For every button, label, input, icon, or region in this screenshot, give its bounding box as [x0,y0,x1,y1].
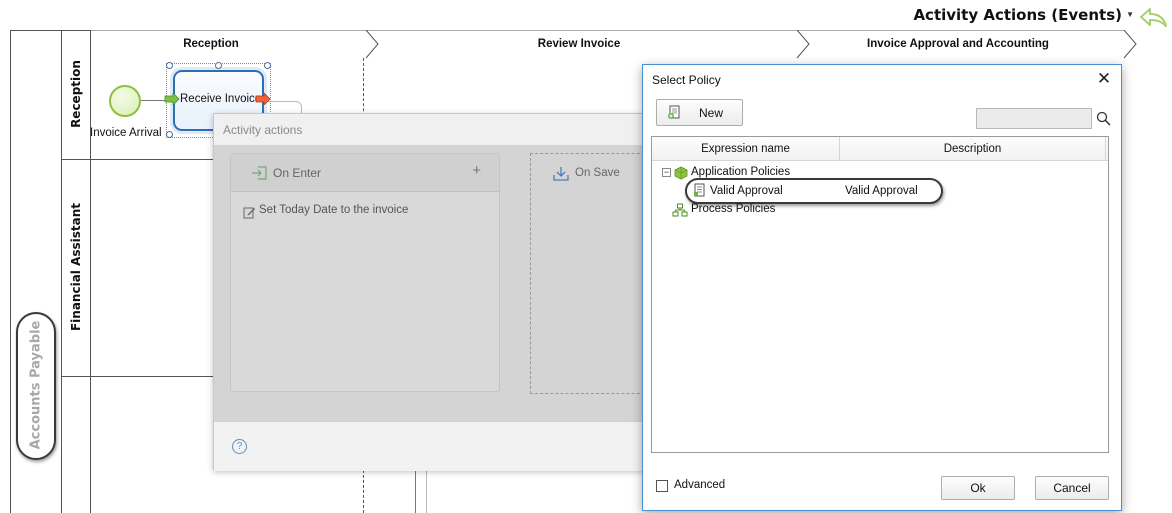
activity-actions-title: Activity actions [223,123,303,137]
task-label: Receive Invoice [180,93,262,105]
pool-label: Accounts Payable [28,320,44,450]
resize-handle[interactable] [215,62,222,69]
tree-node-process-policies[interactable]: Process Policies [691,203,775,215]
page-title: Activity Actions (Events) [913,6,1122,24]
policy-document-icon [694,183,705,197]
phase-label-review-invoice: Review Invoice [537,38,621,50]
sign-in-icon [252,166,267,180]
resize-handle[interactable] [264,62,271,69]
edit-icon [243,207,255,219]
on-enter-label: On Enter [273,166,322,180]
ok-button[interactable]: Ok [941,476,1015,500]
advanced-checkbox[interactable] [656,480,668,492]
canvas-line [426,470,427,513]
column-header-description[interactable]: Description [840,137,1106,161]
new-button-label: New [699,106,724,120]
policy-row-name[interactable]: Valid Approval [710,185,783,197]
lane-label-financial-assistant: Financial Assistant [69,202,83,332]
lane-separator [61,376,91,377]
start-event-label: Invoice Arrival [90,127,162,139]
exit-event-icon [255,93,271,105]
cancel-button[interactable]: Cancel [1035,476,1109,500]
activity-actions-footer: ? [214,421,654,471]
lane-body-separator [91,376,216,377]
on-save-label: On Save [575,167,620,179]
column-header-expression-name[interactable]: Expression name [652,137,840,161]
close-icon[interactable]: ✕ [1093,68,1115,90]
on-enter-action-item[interactable]: Set Today Date to the invoice [259,204,408,216]
on-save-panel: On Save [530,153,660,394]
tree-node-application-policies[interactable]: Application Policies [691,166,790,178]
add-on-enter-button[interactable]: + [472,162,481,179]
title-dropdown-icon[interactable]: ▼ [1126,10,1134,19]
select-policy-dialog: Select Policy ✕ New Expression name Desc… [642,64,1122,511]
application-policies-icon [674,166,688,180]
start-event[interactable] [109,85,141,117]
resize-handle[interactable] [166,131,173,138]
lane-label-reception: Reception [69,60,83,128]
policy-row-description: Valid Approval [845,185,918,197]
resize-handle[interactable] [166,62,173,69]
lane-separator [61,159,91,160]
back-arrow-icon[interactable] [1138,6,1168,28]
phase-label-invoice-approval: Invoice Approval and Accounting [867,38,1049,50]
collapse-toggle[interactable]: − [662,168,671,177]
help-icon[interactable]: ? [232,439,247,454]
phase-label-reception: Reception [183,38,239,50]
lane-body-separator [91,159,216,160]
grid-header: Expression name Description [652,137,1108,161]
process-policies-icon [672,203,688,217]
select-policy-title: Select Policy [652,73,721,87]
new-document-icon [668,105,680,119]
activity-actions-modal: Activity actions On Enter + Set Today Da… [213,113,660,471]
advanced-label: Advanced [674,479,726,491]
on-enter-panel: On Enter + Set Today Date to the invoice [230,153,500,392]
search-icon[interactable] [1096,111,1111,126]
enter-event-icon [164,93,180,105]
on-enter-header: On Enter + [231,154,499,192]
policy-grid: Expression name Description − Applicatio… [651,136,1109,453]
activity-actions-body: On Enter + Set Today Date to the invoice… [214,145,660,421]
save-download-icon [553,167,569,181]
search-input[interactable] [976,108,1092,129]
